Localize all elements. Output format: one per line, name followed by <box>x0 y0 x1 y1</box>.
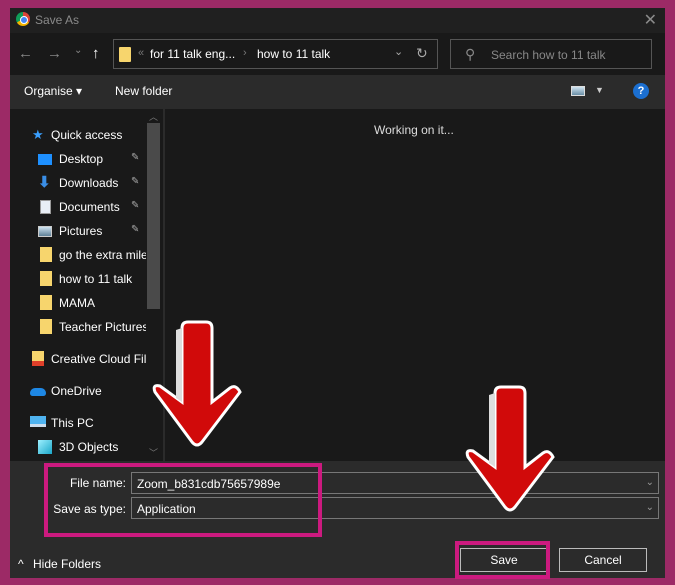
scroll-up-icon[interactable]: ︿ <box>149 110 158 123</box>
breadcrumb-item[interactable]: how to 11 talk <box>257 47 330 61</box>
star-icon: ★ <box>32 127 44 142</box>
refresh-icon[interactable]: ↻ <box>416 45 428 62</box>
chrome-icon <box>16 12 30 26</box>
sidebar-item-this-pc[interactable]: This PC <box>10 412 146 434</box>
organise-button[interactable]: Organise ▾ <box>24 84 82 98</box>
navigation-bar: ← → ⌄ ↑ « for 11 talk eng... › how to 11… <box>10 33 665 75</box>
sidebar-item-label: Pictures <box>59 224 103 238</box>
sidebar-item-label: OneDrive <box>51 384 102 398</box>
pin-icon: ✎ <box>131 224 140 235</box>
close-button[interactable]: ✕ <box>644 10 657 30</box>
sidebar-item-label: Quick access <box>51 128 123 142</box>
folder-icon <box>40 295 52 310</box>
search-icon: ⚲ <box>465 46 476 62</box>
folder-icon <box>40 319 52 334</box>
navigation-pane: ★ Quick access Desktop ✎ ⬇ Downloads ✎ D… <box>10 109 163 461</box>
sidebar-item-pictures[interactable]: Pictures ✎ <box>10 220 146 242</box>
scroll-thumb[interactable] <box>147 123 160 309</box>
document-icon <box>40 200 51 214</box>
sidebar-item-label: how to 11 talk <box>59 272 133 286</box>
sidebar-item-creative-cloud-files[interactable]: Creative Cloud Fil <box>10 348 146 370</box>
sidebar-item-onedrive[interactable]: OneDrive <box>10 380 146 402</box>
up-button[interactable]: ↑ <box>92 45 100 62</box>
desktop-icon <box>38 154 52 165</box>
sidebar-item-label: Documents <box>59 200 120 214</box>
pc-icon <box>30 416 46 427</box>
cancel-button[interactable]: Cancel <box>559 548 647 572</box>
chevron-right-icon: › <box>243 47 247 59</box>
pin-icon: ✎ <box>131 152 140 163</box>
sidebar-item-label: 3D Objects <box>59 440 119 454</box>
folder-icon <box>119 47 131 62</box>
pictures-icon <box>38 226 52 237</box>
sidebar-item-documents[interactable]: Documents ✎ <box>10 196 146 218</box>
sidebar-item-label: Teacher Pictures <box>59 320 149 334</box>
sidebar-item-label: Desktop <box>59 152 104 166</box>
pin-icon: ✎ <box>131 200 140 211</box>
toolbar: Organise ▾ New folder ▼ ? <box>10 75 665 107</box>
overflow-icon[interactable]: « <box>138 47 144 59</box>
pin-icon: ✎ <box>131 176 140 187</box>
onedrive-icon <box>30 388 46 396</box>
save-form: File name: Zoom_b831cdb75657989e ⌄ Save … <box>10 461 665 579</box>
address-bar[interactable]: « for 11 talk eng... › how to 11 talk ⌄ … <box>113 39 438 69</box>
title-bar: Save As ✕ <box>10 8 665 33</box>
sidebar-item-label: Creative Cloud Fil <box>51 352 147 366</box>
red-arrow-down-icon <box>152 320 242 447</box>
recent-locations-button[interactable]: ⌄ <box>74 45 82 56</box>
sidebar-item-3d-objects[interactable]: 3D Objects <box>10 436 146 458</box>
forward-button[interactable]: → <box>47 45 62 62</box>
highlight-box-save <box>455 541 550 579</box>
download-icon: ⬇ <box>38 174 51 191</box>
hide-folders-label: Hide Folders <box>32 557 102 571</box>
chevron-down-icon[interactable]: ⌄ <box>646 502 654 513</box>
sidebar-item-desktop[interactable]: Desktop ✎ <box>10 148 146 170</box>
highlight-box-fields <box>44 463 322 537</box>
hide-folders-button[interactable]: ^ Hide Folders <box>18 557 101 571</box>
sidebar-item-go-the-extra-mile[interactable]: go the extra mile <box>10 244 148 266</box>
view-icon[interactable] <box>571 86 585 96</box>
sidebar-item-quick-access[interactable]: ★ Quick access <box>10 124 146 146</box>
sidebar-item-teacher-pictures[interactable]: Teacher Pictures <box>10 316 149 338</box>
folder-icon <box>40 247 52 262</box>
sidebar-item-how-to-11-talk[interactable]: how to 11 talk <box>10 268 146 290</box>
creative-cloud-icon <box>32 351 44 366</box>
sidebar-item-label: go the extra mile <box>59 248 148 262</box>
save-as-dialog: Save As ✕ ← → ⌄ ↑ « for 11 talk eng... ›… <box>10 8 665 579</box>
chevron-down-icon[interactable]: ⌄ <box>646 477 654 488</box>
sidebar-item-label: Downloads <box>59 176 119 190</box>
sidebar-item-label: This PC <box>51 416 94 430</box>
search-input[interactable]: ⚲ Search how to 11 talk <box>450 39 652 69</box>
new-folder-button[interactable]: New folder <box>115 84 172 98</box>
sidebar-item-label: MAMA <box>59 296 95 310</box>
loading-status: Working on it... <box>374 123 454 137</box>
search-placeholder: Search how to 11 talk <box>491 48 606 62</box>
window-title: Save As <box>35 13 80 27</box>
breadcrumb-item[interactable]: for 11 talk eng... <box>150 47 235 61</box>
chevron-up-icon: ^ <box>18 557 24 571</box>
help-icon[interactable]: ? <box>633 83 649 99</box>
sidebar-item-mama[interactable]: MAMA <box>10 292 146 314</box>
folder-icon <box>40 271 52 286</box>
address-dropdown-icon[interactable]: ⌄ <box>394 45 403 58</box>
back-button[interactable]: ← <box>18 45 33 62</box>
sidebar-item-downloads[interactable]: ⬇ Downloads ✎ <box>10 172 146 194</box>
view-options-caret-icon[interactable]: ▼ <box>595 85 604 95</box>
3d-objects-icon <box>38 440 52 454</box>
red-arrow-down-icon <box>465 385 555 512</box>
